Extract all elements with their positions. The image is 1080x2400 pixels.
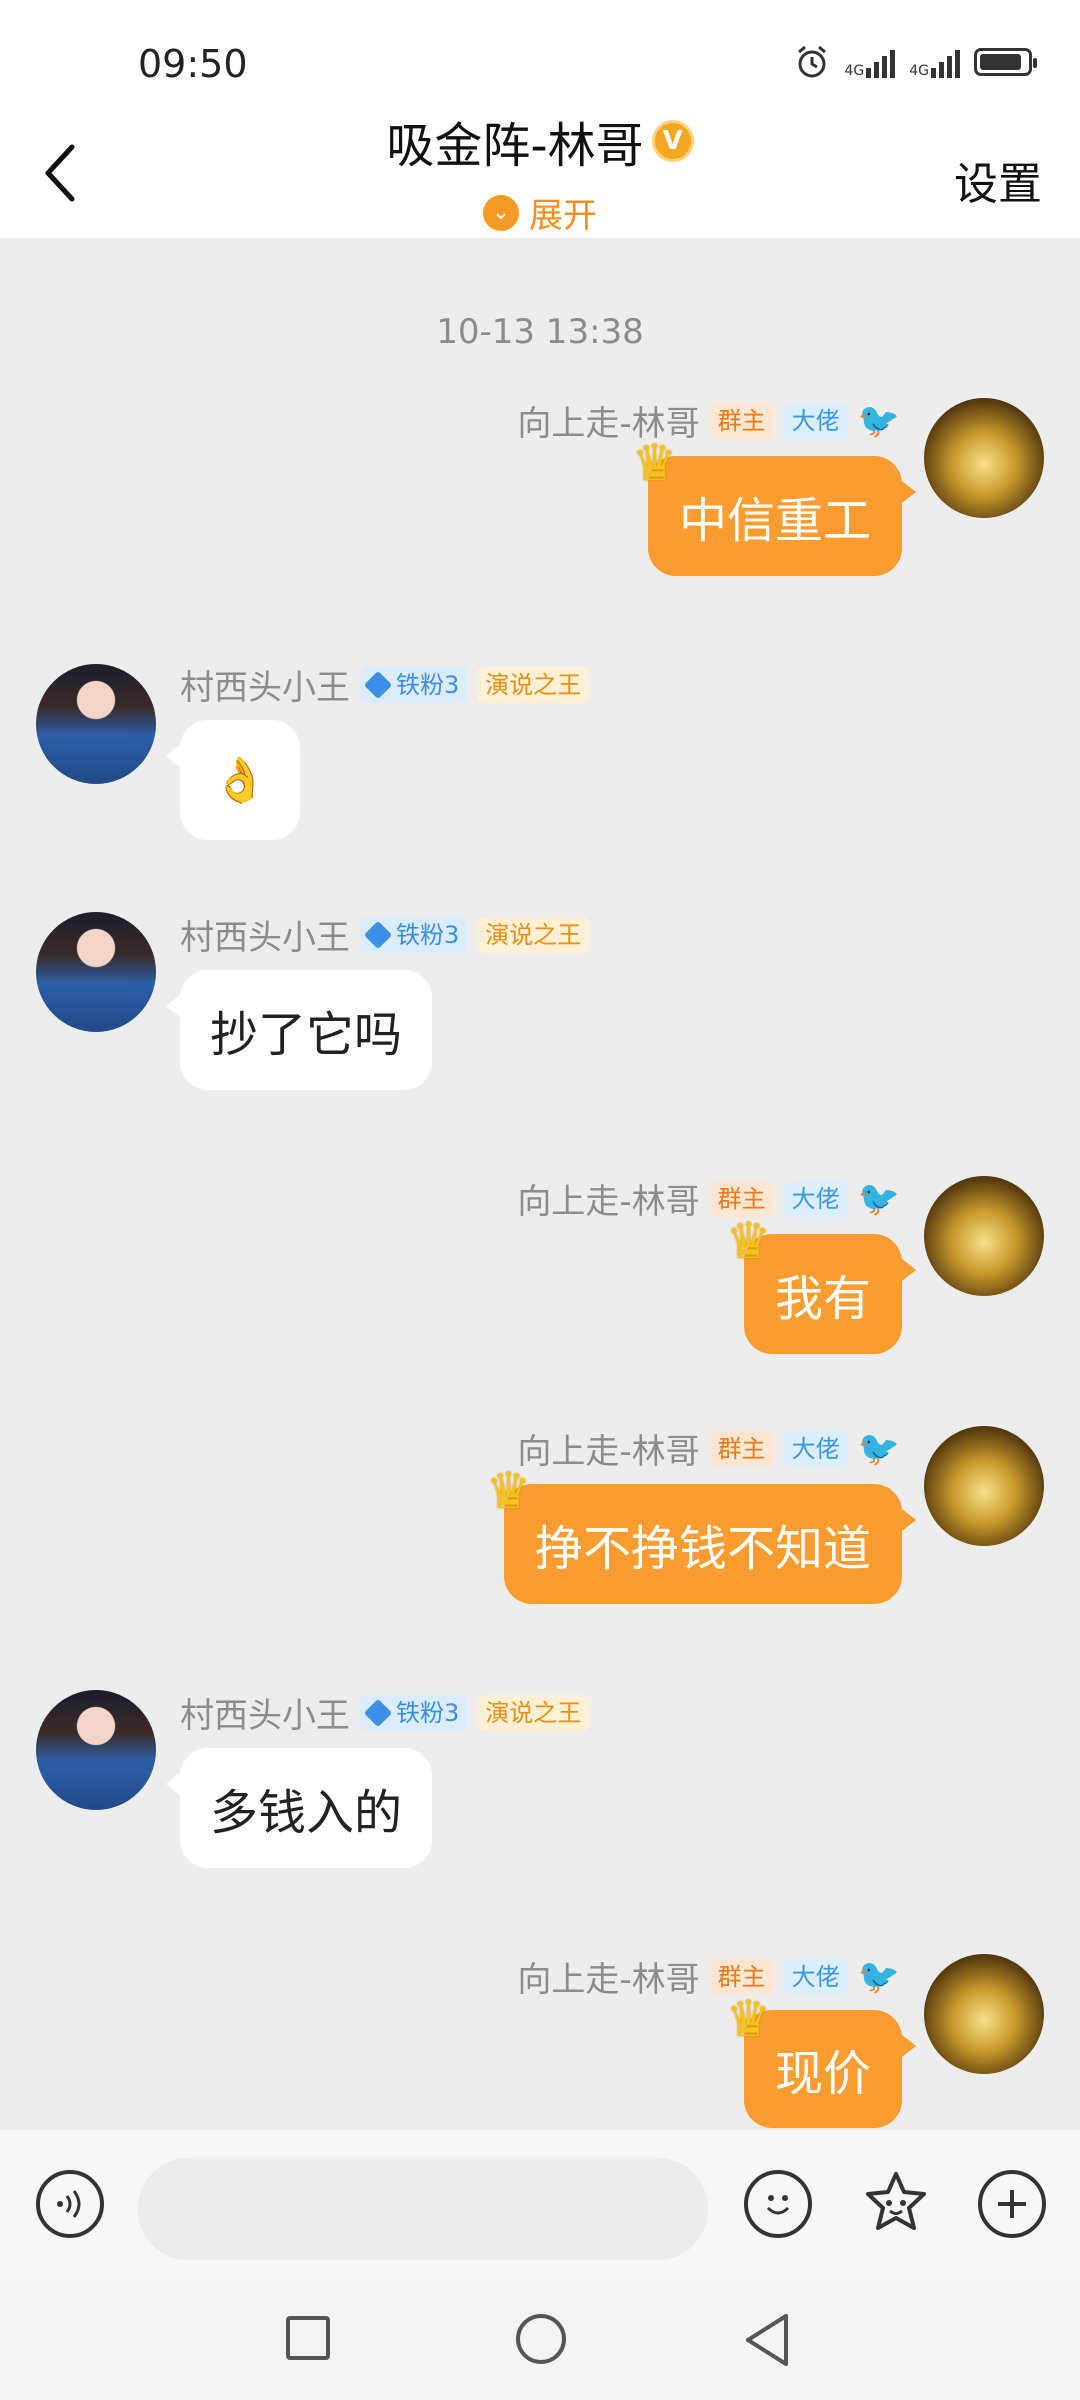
battery-icon bbox=[974, 48, 1037, 76]
signal-2: 4G bbox=[909, 46, 960, 78]
message-bubble[interactable]: 多钱入的 bbox=[166, 1748, 432, 1868]
diamond-icon bbox=[363, 1698, 393, 1727]
sender-line: 村西头小王 铁粉3 演说之王 bbox=[180, 660, 590, 709]
voice-button[interactable] bbox=[36, 2170, 104, 2238]
message-bubble[interactable]: 👌 bbox=[166, 720, 300, 840]
alarm-icon bbox=[798, 45, 827, 78]
sender-line: 向上走-林哥 群主 大佬 🐦 bbox=[517, 1952, 900, 2001]
sender-name: 向上走-林哥 bbox=[517, 1432, 700, 1472]
bird-icon: 🐦 bbox=[857, 1428, 900, 1469]
recents-button[interactable] bbox=[286, 2316, 330, 2360]
network-type-label: 4G bbox=[909, 63, 929, 79]
group-name: 吸金阵-林哥 bbox=[386, 118, 644, 174]
diamond-icon bbox=[363, 670, 393, 699]
king-tag: 演说之王 bbox=[477, 666, 590, 703]
owner-tag: 群主 bbox=[709, 1430, 774, 1467]
sender-line: 向上走-林哥 群主 大佬 🐦 bbox=[517, 1424, 900, 1473]
fan-tag: 铁粉3 bbox=[360, 666, 468, 703]
sender-name: 村西头小王 bbox=[180, 1696, 350, 1736]
plus-button[interactable] bbox=[978, 2170, 1046, 2238]
sender-line: 村西头小王 铁粉3 演说之王 bbox=[180, 910, 590, 959]
bird-icon: 🐦 bbox=[857, 400, 900, 441]
bird-icon: 🐦 bbox=[857, 1178, 900, 1219]
status-icons: 4G 4G bbox=[794, 44, 1037, 80]
fan-tag-label: 铁粉3 bbox=[396, 670, 460, 699]
message-bubble[interactable]: 抄了它吗 bbox=[166, 970, 432, 1090]
boss-tag: 大佬 bbox=[783, 402, 848, 439]
signal-bars-icon bbox=[866, 46, 896, 78]
sender-name: 村西头小王 bbox=[180, 668, 350, 708]
avatar-me[interactable] bbox=[924, 398, 1044, 518]
message-input[interactable] bbox=[138, 2158, 708, 2260]
fan-tag: 铁粉3 bbox=[360, 916, 468, 953]
avatar-other[interactable] bbox=[36, 664, 156, 784]
verified-badge-icon: V bbox=[651, 120, 694, 162]
sender-name: 向上走-林哥 bbox=[517, 1182, 700, 1222]
sender-line: 向上走-林哥 群主 大佬 🐦 bbox=[517, 1174, 900, 1223]
crown-icon: ♛ bbox=[726, 1990, 771, 2048]
bird-icon: 🐦 bbox=[857, 1956, 900, 1997]
network-type-label: 4G bbox=[844, 63, 865, 79]
message-bubble[interactable]: 中信重工 bbox=[648, 456, 916, 576]
boss-tag: 大佬 bbox=[783, 1430, 848, 1467]
owner-tag: 群主 bbox=[709, 402, 774, 439]
triangle-back-icon bbox=[746, 2314, 788, 2366]
avatar-me[interactable] bbox=[924, 1954, 1044, 2074]
fan-tag: 铁粉3 bbox=[360, 1694, 468, 1731]
settings-button[interactable]: 设置 bbox=[954, 148, 1042, 212]
emoji-button[interactable] bbox=[744, 2170, 812, 2238]
signal-1: 4G bbox=[844, 46, 896, 79]
crown-icon: ♛ bbox=[726, 1212, 771, 1270]
avatar-other[interactable] bbox=[36, 1690, 156, 1810]
sender-name: 村西头小王 bbox=[180, 918, 350, 958]
emoji-icon bbox=[766, 2195, 790, 2215]
chevron-down-icon: ⌄ bbox=[483, 194, 519, 231]
expand-button[interactable]: ⌄ 展开 bbox=[0, 188, 1080, 237]
home-button[interactable] bbox=[516, 2314, 566, 2364]
boss-tag: 大佬 bbox=[783, 1180, 848, 1217]
top-bar: 09:50 4G 4G 吸金阵-林哥 V ⌄ 展开 设置 bbox=[0, 0, 1080, 238]
voice-icon bbox=[57, 2190, 81, 2218]
avatar-other[interactable] bbox=[36, 912, 156, 1032]
avatar-me[interactable] bbox=[924, 1426, 1044, 1546]
sticker-icon bbox=[866, 2172, 926, 2230]
king-tag: 演说之王 bbox=[477, 1694, 590, 1731]
signal-bars-icon bbox=[931, 46, 960, 78]
sender-line: 村西头小王 铁粉3 演说之王 bbox=[180, 1688, 590, 1737]
crown-icon: ♛ bbox=[486, 1462, 531, 1520]
status-time: 09:50 bbox=[138, 42, 248, 86]
expand-label: 展开 bbox=[529, 196, 597, 236]
king-tag: 演说之王 bbox=[477, 916, 590, 953]
sticker-button[interactable] bbox=[860, 2168, 932, 2244]
chat-title: 吸金阵-林哥 V bbox=[0, 106, 1080, 176]
fan-tag-label: 铁粉3 bbox=[396, 920, 460, 949]
input-bar bbox=[0, 2130, 1080, 2280]
nav-back-button[interactable] bbox=[742, 2312, 792, 2372]
sender-line: 向上走-林哥 群主 大佬 🐦 bbox=[517, 396, 900, 445]
crown-icon: ♛ bbox=[632, 434, 677, 492]
sender-name: 向上走-林哥 bbox=[517, 1960, 700, 2000]
message-bubble[interactable]: 挣不挣钱不知道 bbox=[504, 1484, 916, 1604]
boss-tag: 大佬 bbox=[783, 1958, 848, 1995]
diamond-icon bbox=[363, 920, 393, 949]
chat-timestamp: 10-13 13:38 bbox=[436, 312, 644, 352]
fan-tag-label: 铁粉3 bbox=[396, 1698, 460, 1727]
avatar-me[interactable] bbox=[924, 1176, 1044, 1296]
system-nav-bar bbox=[0, 2280, 1080, 2400]
plus-icon bbox=[998, 2190, 1026, 2218]
